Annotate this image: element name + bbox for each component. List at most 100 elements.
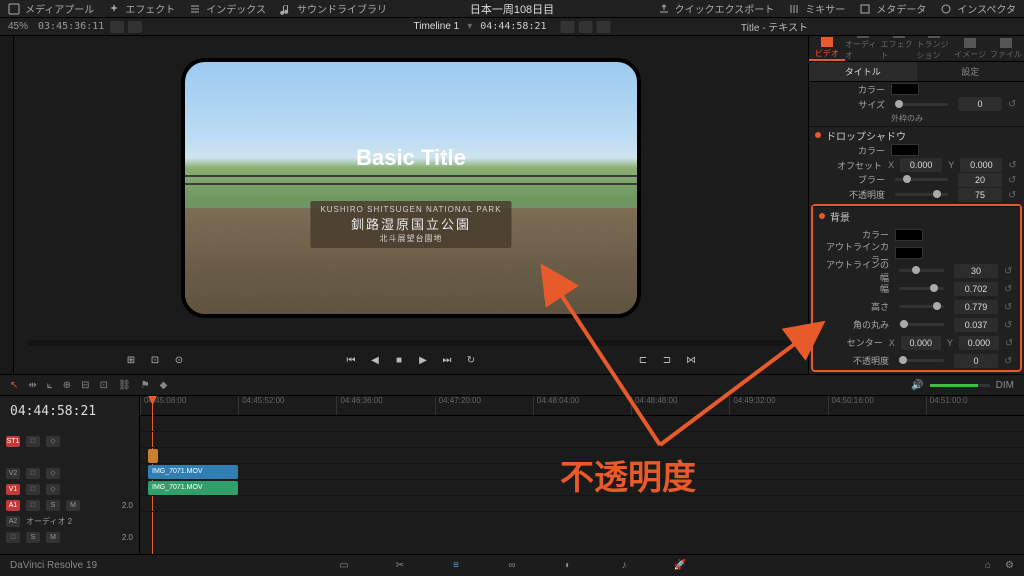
height-value[interactable]: 0.779 (954, 300, 998, 314)
tab-effect[interactable]: エフェクト (881, 36, 917, 61)
track-a2[interactable]: A2オーディオ 2 (0, 513, 139, 529)
ds-opacity-value[interactable]: 75 (958, 188, 1002, 202)
insert-tool[interactable]: ⊕ (63, 380, 71, 391)
menu-sound-library[interactable]: サウンドライブラリ (280, 1, 387, 16)
menu-mixer[interactable]: ミキサー (788, 1, 845, 16)
reset-icon[interactable]: ↺ (1008, 190, 1018, 200)
flag-tool[interactable]: ⚑ (141, 380, 150, 391)
page-color[interactable]: ◐ (559, 559, 577, 573)
bg-opacity-slider[interactable] (899, 359, 944, 362)
menu-media-pool[interactable]: メディアプール (8, 1, 94, 16)
section-background[interactable]: 背景 (813, 206, 1020, 226)
timeline-ruler[interactable]: 04:45:08:0004:45:52:0004:46:36:0004:47:2… (140, 396, 1024, 416)
prev-frame-button[interactable]: ◀ (367, 352, 383, 368)
audio-clip[interactable]: IMG_7071.MOV (148, 481, 238, 495)
selection-tool[interactable]: ↖ (10, 380, 18, 391)
chip[interactable] (110, 21, 124, 33)
height-slider[interactable] (899, 305, 944, 308)
volume-slider[interactable] (930, 384, 990, 387)
dim-button[interactable]: DIM (996, 380, 1014, 391)
page-fairlight[interactable]: ♪ (615, 559, 633, 573)
size-slider[interactable] (895, 103, 948, 106)
overwrite-tool[interactable]: ⊟ (81, 380, 89, 391)
settings-gear-icon[interactable]: ⚙ (1005, 560, 1014, 571)
basic-title-overlay[interactable]: Basic Title (356, 145, 466, 171)
page-media[interactable]: ▭ (335, 559, 353, 573)
video-clip[interactable]: IMG_7071.MOV (148, 465, 238, 479)
outline-width-value[interactable]: 30 (954, 264, 998, 278)
track-v2[interactable]: V2□◇ (0, 465, 139, 481)
tool-icon[interactable]: ⊡ (147, 352, 163, 368)
title-clip[interactable] (148, 449, 158, 463)
viewer-canvas[interactable]: Basic Title KUSHIRO SHITSUGEN NATIONAL P… (14, 36, 808, 340)
blur-value[interactable]: 20 (958, 173, 1002, 187)
track-v1[interactable]: V1□◇ (0, 481, 139, 497)
reset-icon[interactable]: ↺ (1004, 302, 1014, 312)
color-swatch[interactable] (891, 83, 919, 95)
play-button[interactable]: ▶ (415, 352, 431, 368)
reset-icon[interactable]: ↺ (1008, 160, 1018, 170)
marker-tool[interactable]: ◆ (160, 380, 168, 391)
page-fusion[interactable]: ∞ (503, 559, 521, 573)
tab-transition[interactable]: トランジション (916, 36, 952, 61)
corner-slider[interactable] (899, 323, 944, 326)
volume-icon[interactable]: 🔊 (911, 380, 923, 391)
menu-effects[interactable]: エフェクト (108, 1, 175, 16)
mark-out-button[interactable]: ⋈ (683, 352, 699, 368)
reset-icon[interactable]: ↺ (1005, 338, 1014, 348)
center-x[interactable]: 0.000 (901, 336, 941, 350)
track-st1[interactable]: ST1□◇ (0, 433, 139, 449)
loop-button[interactable]: ↻ (463, 352, 479, 368)
outline-color-swatch[interactable] (895, 247, 923, 259)
offset-y[interactable]: 0.000 (960, 158, 1002, 172)
reset-icon[interactable]: ↺ (1008, 175, 1018, 185)
bg-opacity-value[interactable]: 0 (954, 354, 998, 368)
first-frame-button[interactable]: ⏮ (343, 352, 359, 368)
tab-video[interactable]: ビデオ (809, 36, 845, 61)
menu-index[interactable]: インデックス (189, 1, 266, 16)
page-edit[interactable]: ≡ (447, 559, 465, 573)
section-drop-shadow[interactable]: ドロップシャドウ (809, 126, 1024, 143)
menu-metadata[interactable]: メタデータ (859, 1, 926, 16)
ds-opacity-slider[interactable] (895, 193, 948, 196)
menu-quick-export[interactable]: クイックエクスポート (658, 1, 775, 16)
stop-button[interactable]: ■ (391, 352, 407, 368)
width-slider[interactable] (899, 287, 944, 290)
chip[interactable] (561, 21, 575, 33)
reset-icon[interactable]: ↺ (1008, 99, 1018, 109)
tab-audio[interactable]: オーディオ (845, 36, 881, 61)
reset-icon[interactable]: ↺ (1004, 320, 1014, 330)
chip[interactable] (128, 21, 142, 33)
tab-file[interactable]: ファイル (988, 36, 1024, 61)
page-cut[interactable]: ✂ (391, 559, 409, 573)
reset-icon[interactable]: ↺ (1004, 356, 1014, 366)
next-frame-button[interactable]: ⏭ (439, 352, 455, 368)
replace-tool[interactable]: ⊡ (100, 380, 108, 391)
track-a1[interactable]: A1□SM2.0 (0, 497, 139, 513)
chip[interactable] (579, 21, 593, 33)
corner-value[interactable]: 0.037 (954, 318, 998, 332)
chip[interactable] (597, 21, 611, 33)
tool-icon[interactable]: ⊙ (171, 352, 187, 368)
trim-tool[interactable]: ⇹ (28, 380, 36, 391)
reset-icon[interactable]: ↺ (1004, 284, 1014, 294)
subtab-title[interactable]: タイトル (809, 62, 917, 81)
reset-icon[interactable]: ↺ (1004, 266, 1014, 276)
center-y[interactable]: 0.000 (959, 336, 999, 350)
link-tool[interactable]: ⛓ (118, 380, 131, 391)
bg-color-swatch[interactable] (895, 229, 923, 241)
blade-tool[interactable]: ⟀ (47, 380, 53, 391)
subtab-settings[interactable]: 設定 (917, 62, 1024, 81)
size-value[interactable]: 0 (958, 97, 1002, 111)
page-deliver[interactable]: 🚀 (671, 559, 689, 573)
tab-image[interactable]: イメージ (952, 36, 988, 61)
match-frame-button[interactable]: ⊏ (635, 352, 651, 368)
outline-only-checkbox[interactable]: 外枠のみ (891, 113, 923, 124)
home-icon[interactable]: ⌂ (985, 560, 991, 571)
menu-inspector[interactable]: インスペクタ (940, 1, 1016, 16)
offset-x[interactable]: 0.000 (900, 158, 942, 172)
ds-color-swatch[interactable] (891, 144, 919, 156)
blur-slider[interactable] (895, 178, 948, 181)
width-value[interactable]: 0.702 (954, 282, 998, 296)
timeline-name[interactable]: Timeline 1 (413, 21, 459, 32)
